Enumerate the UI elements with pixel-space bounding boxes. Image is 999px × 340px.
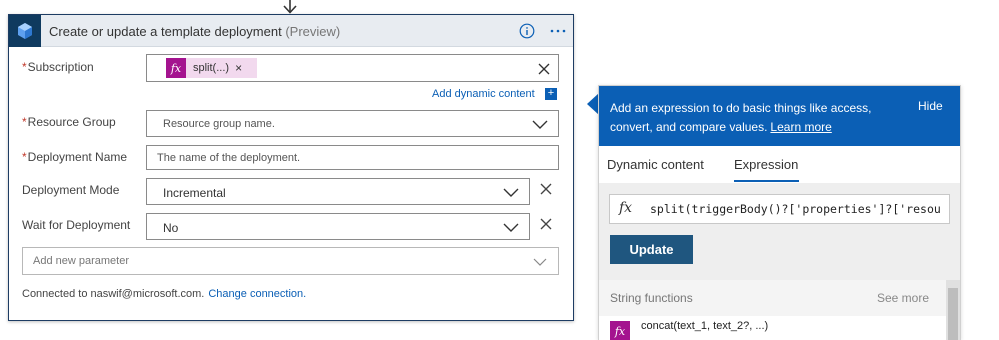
see-more-link[interactable]: See more (877, 291, 929, 305)
token-label: split(...) (193, 62, 230, 74)
expression-input[interactable]: fx split(triggerBody()?['properties']?['… (609, 194, 950, 224)
connected-text: Connected to naswif@microsoft.com. (22, 288, 205, 300)
split-expression-token[interactable]: fx split(...) × (166, 58, 257, 78)
banner-description: Add an expression to do basic things lik… (610, 101, 872, 134)
scrollbar[interactable] (946, 280, 960, 340)
subscription-input[interactable]: fx split(...) × (146, 54, 559, 82)
banner-text: Add an expression to do basic things lik… (610, 99, 910, 137)
add-dynamic-content-link[interactable]: Add dynamic content (432, 88, 535, 100)
required-marker: * (22, 115, 27, 129)
add-dynamic-content-icon[interactable]: + (545, 88, 557, 100)
action-card: Create or update a template deployment (… (8, 14, 574, 321)
wait-for-deployment-dropdown[interactable]: No (146, 213, 530, 240)
chevron-down-icon (533, 258, 547, 266)
token-remove-icon[interactable]: × (235, 62, 242, 74)
required-marker: * (22, 60, 27, 74)
panel-banner: Add an expression to do basic things lik… (599, 86, 960, 146)
expression-text: split(triggerBody()?['properties']?['res… (650, 202, 941, 216)
card-title: Create or update a template deployment (… (49, 24, 340, 39)
info-icon[interactable] (519, 23, 535, 39)
subscription-label: *Subscription (22, 60, 94, 74)
deployment-name-input[interactable]: The name of the deployment. (146, 145, 559, 170)
deployment-name-label: *Deployment Name (22, 150, 127, 164)
card-title-text: Create or update a template deployment (49, 24, 282, 39)
preview-label: (Preview) (285, 24, 341, 39)
fx-icon: fx (619, 200, 633, 216)
change-connection-link[interactable]: Change connection. (208, 288, 306, 300)
function-item-concat[interactable]: fx concat(text_1, text_2?, ...) (599, 316, 946, 340)
function-name: concat(text_1, text_2?, ...) (641, 320, 769, 332)
fx-icon: fx (610, 321, 630, 340)
hide-button[interactable]: Hide (918, 99, 943, 113)
wait-for-deployment-label: Wait for Deployment (22, 218, 131, 232)
card-header[interactable]: Create or update a template deployment (… (9, 15, 573, 47)
required-marker: * (22, 150, 27, 164)
expression-panel: Add an expression to do basic things lik… (598, 85, 961, 340)
update-button[interactable]: Update (610, 235, 693, 264)
string-functions-title: String functions (610, 291, 693, 305)
deployment-name-label-text: Deployment Name (27, 150, 128, 164)
resource-group-label: *Resource Group (22, 115, 116, 129)
active-tab-indicator (734, 180, 799, 182)
flow-arrow-icon (283, 0, 297, 14)
chevron-down-icon (503, 223, 519, 232)
resource-group-placeholder: Resource group name. (163, 118, 275, 130)
wait-for-deployment-value: No (163, 221, 179, 235)
add-new-parameter-placeholder: Add new parameter (33, 255, 129, 267)
learn-more-link[interactable]: Learn more (770, 120, 831, 134)
remove-parameter-icon[interactable] (539, 217, 553, 231)
resource-group-label-text: Resource Group (27, 115, 116, 129)
clear-icon[interactable] (537, 62, 551, 76)
subscription-label-text: Subscription (27, 60, 94, 74)
connection-info: Connected to naswif@microsoft.com. Change… (22, 288, 306, 300)
chevron-down-icon (532, 120, 548, 129)
deployment-name-placeholder: The name of the deployment. (157, 152, 301, 164)
resource-group-dropdown[interactable]: Resource group name. (146, 110, 559, 137)
deployment-mode-dropdown[interactable]: Incremental (146, 178, 530, 205)
chevron-down-icon (503, 188, 519, 197)
expression-editor-area: fx split(triggerBody()?['properties']?['… (599, 183, 960, 280)
deployment-mode-value: Incremental (163, 186, 226, 200)
add-new-parameter-dropdown[interactable]: Add new parameter (22, 247, 559, 275)
tab-dynamic-content[interactable]: Dynamic content (607, 157, 704, 172)
azure-resource-manager-icon (9, 15, 41, 47)
scrollbar-thumb[interactable] (948, 288, 958, 340)
string-functions-section: String functions See more fx concat(text… (599, 280, 960, 340)
fx-icon: fx (166, 58, 186, 78)
tab-expression[interactable]: Expression (734, 157, 798, 172)
remove-parameter-icon[interactable] (539, 182, 553, 196)
more-options-icon[interactable] (549, 22, 567, 40)
deployment-mode-label: Deployment Mode (22, 183, 120, 197)
